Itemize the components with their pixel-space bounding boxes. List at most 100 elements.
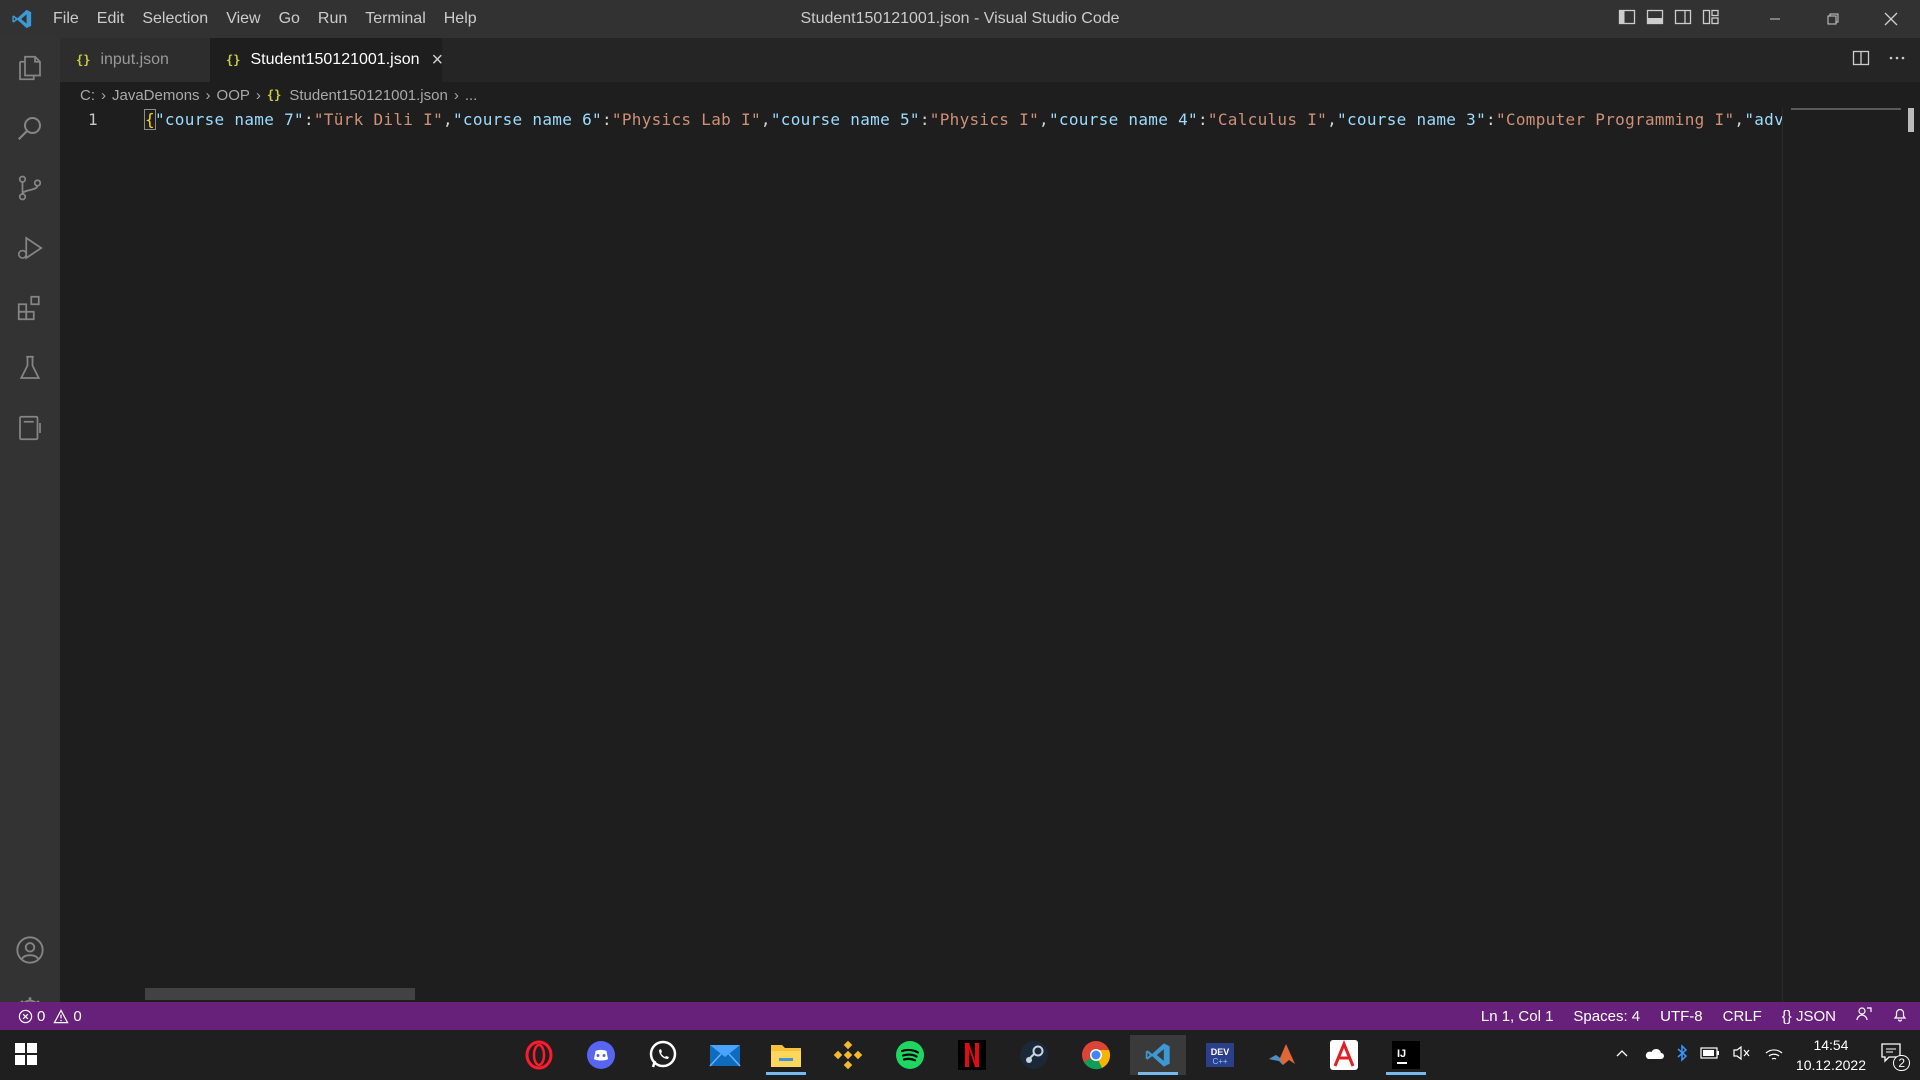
toggle-panel-icon[interactable] [1646, 8, 1664, 31]
feedback-icon[interactable] [1856, 1006, 1872, 1026]
close-window-button[interactable] [1862, 0, 1920, 38]
dev-cpp-icon[interactable]: DEV C++ [1192, 1035, 1248, 1075]
breadcrumb-folder-oop[interactable]: OOP [217, 87, 250, 104]
netflix-icon[interactable] [944, 1035, 1000, 1075]
minimap-line [1791, 108, 1901, 110]
vertical-scroll-thumb[interactable] [1908, 108, 1914, 132]
json-file-icon: {} [76, 53, 91, 67]
json-file-icon: {} [226, 53, 241, 67]
chevron-right-icon: › [205, 86, 211, 104]
close-tab-icon[interactable]: × [432, 49, 444, 72]
tab-label: Student150121001.json [250, 51, 420, 68]
breadcrumb-more[interactable]: ... [465, 87, 478, 104]
menu-view[interactable]: View [217, 0, 269, 38]
file-explorer-icon[interactable] [758, 1035, 814, 1075]
menu-go[interactable]: Go [270, 0, 309, 38]
windows-start-icon[interactable] [14, 1042, 38, 1071]
vscode-taskbar-icon[interactable] [1130, 1035, 1186, 1075]
intellij-idea-icon[interactable]: IJ [1378, 1035, 1434, 1075]
windows-taskbar: DEV C++ IJ 14:54 10.12.2022 2 [0, 1030, 1920, 1080]
encoding[interactable]: UTF-8 [1660, 1008, 1703, 1025]
cursor-position[interactable]: Ln 1, Col 1 [1481, 1008, 1554, 1025]
split-editor-icon[interactable] [1852, 49, 1870, 72]
chevron-right-icon: › [453, 86, 459, 104]
json-value: "Computer Programming I" [1495, 110, 1735, 129]
menu-terminal[interactable]: Terminal [356, 0, 434, 38]
indentation[interactable]: Spaces: 4 [1573, 1008, 1640, 1025]
volume-muted-icon[interactable] [1732, 1045, 1752, 1066]
minimize-button[interactable] [1746, 0, 1804, 38]
code-editor[interactable]: 1 {"course name 7":"Türk Dili I","course… [60, 108, 1782, 990]
code-line[interactable]: {"course name 7":"Türk Dili I","course n… [144, 108, 1782, 132]
onedrive-cloud-icon[interactable] [1644, 1046, 1664, 1065]
json-key: "course name 7" [154, 110, 304, 129]
notification-center-icon[interactable]: 2 [1880, 1042, 1910, 1071]
menu-selection[interactable]: Selection [133, 0, 217, 38]
remote-explorer-icon[interactable] [0, 400, 60, 456]
acrobat-reader-icon[interactable] [1316, 1035, 1372, 1075]
steam-icon[interactable] [1006, 1035, 1062, 1075]
binance-icon[interactable] [820, 1035, 876, 1075]
tab-input-json[interactable]: {} input.json [60, 38, 210, 82]
tab-student-json[interactable]: {} Student150121001.json × [210, 38, 444, 82]
json-value: "Physics I" [929, 110, 1040, 129]
vscode-logo-icon [0, 0, 44, 38]
more-actions-icon[interactable] [1888, 49, 1906, 72]
breadcrumb-drive[interactable]: C: [80, 87, 95, 104]
tab-label: input.json [100, 51, 169, 68]
opera-browser-icon[interactable] [511, 1035, 567, 1075]
chrome-icon[interactable] [1068, 1035, 1124, 1075]
notifications-bell-icon[interactable] [1892, 1006, 1908, 1026]
source-control-icon[interactable] [0, 160, 60, 216]
menu-run[interactable]: Run [309, 0, 356, 38]
toggle-secondary-sidebar-icon[interactable] [1674, 8, 1692, 31]
system-tray: 14:54 10.12.2022 2 [1614, 1030, 1920, 1080]
json-file-icon: {} [266, 88, 282, 102]
clock-time: 14:54 [1813, 1037, 1849, 1053]
wifi-icon[interactable] [1764, 1045, 1784, 1066]
svg-text:C++: C++ [1212, 1057, 1227, 1066]
customize-layout-icon[interactable] [1702, 8, 1720, 31]
restore-button[interactable] [1804, 0, 1862, 38]
testing-icon[interactable] [0, 340, 60, 396]
breadcrumb-folder-javademons[interactable]: JavaDemons [112, 87, 200, 104]
discord-icon[interactable] [573, 1035, 629, 1075]
json-value: "Physics Lab I" [611, 110, 761, 129]
matlab-icon[interactable] [1254, 1035, 1310, 1075]
explorer-icon[interactable] [0, 40, 60, 96]
json-value: "Türk Dili I" [313, 110, 444, 129]
battery-icon[interactable] [1700, 1046, 1720, 1064]
json-value: "Calculus I" [1207, 110, 1328, 129]
run-and-debug-icon[interactable] [0, 220, 60, 276]
svg-text:IJ: IJ [1397, 1048, 1406, 1060]
extensions-icon[interactable] [0, 280, 60, 336]
error-icon [18, 1009, 33, 1023]
menu-file[interactable]: File [44, 0, 88, 38]
whatsapp-icon[interactable] [635, 1035, 691, 1075]
end-of-line[interactable]: CRLF [1723, 1008, 1762, 1025]
status-bar: 0 0 Ln 1, Col 1 Spaces: 4 UTF-8 CRLF {} … [0, 1002, 1920, 1030]
warning-count: 0 [73, 1007, 82, 1025]
toggle-primary-sidebar-icon[interactable] [1618, 8, 1636, 31]
breadcrumb-file[interactable]: Student150121001.json [289, 87, 447, 104]
bluetooth-icon[interactable] [1676, 1043, 1688, 1067]
menu-help[interactable]: Help [435, 0, 486, 38]
notification-count-badge: 2 [1893, 1054, 1910, 1071]
vertical-scrollbar[interactable] [1904, 108, 1920, 1002]
search-icon[interactable] [0, 100, 60, 156]
language-mode[interactable]: {} JSON [1782, 1008, 1836, 1025]
active-app-indicator [1386, 1072, 1426, 1075]
horizontal-scroll-thumb[interactable] [145, 988, 415, 1000]
problems-indicator[interactable]: 0 0 [0, 1008, 82, 1025]
menu-edit[interactable]: Edit [88, 0, 134, 38]
editor-tab-bar: {} input.json {} Student150121001.json × [60, 38, 1920, 82]
json-key: "course name 5" [770, 110, 920, 129]
mail-icon[interactable] [697, 1035, 753, 1075]
minimap[interactable] [1782, 108, 1903, 1002]
accounts-icon[interactable] [0, 922, 60, 978]
clock[interactable]: 14:54 10.12.2022 [1796, 1035, 1866, 1075]
json-open-brace: { [144, 109, 156, 130]
warning-icon [53, 1008, 69, 1023]
chevron-up-icon[interactable] [1614, 1045, 1630, 1066]
spotify-icon[interactable] [882, 1035, 938, 1075]
